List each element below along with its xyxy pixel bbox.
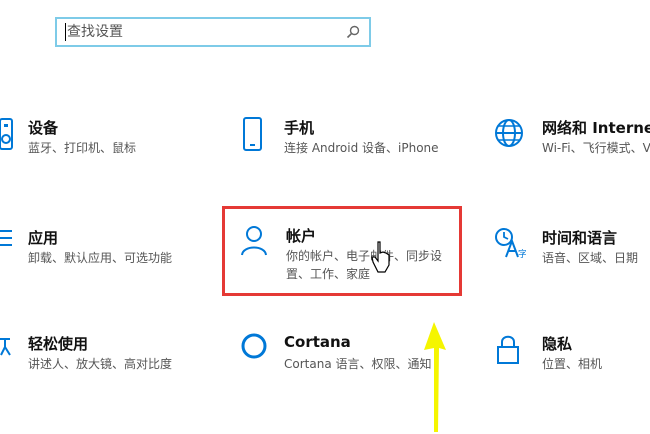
- tile-accounts[interactable]: 帐户 你的帐户、电子邮件、同步设置、工作、家庭: [240, 225, 455, 295]
- devices-icon: [0, 118, 13, 150]
- tile-description: 语音、区域、日期: [542, 251, 639, 265]
- tile-description: 连接 Android 设备、iPhone: [284, 141, 439, 155]
- search-input[interactable]: [61, 22, 347, 42]
- tile-network[interactable]: 网络和 Internet Wi-Fi、飞行模式、VPN: [494, 117, 650, 187]
- person-icon: [241, 226, 267, 256]
- tile-title: 手机: [284, 119, 315, 137]
- tile-title: 网络和 Internet: [542, 119, 650, 137]
- tile-title: Cortana: [284, 333, 351, 351]
- tile-description: 卸载、默认应用、可选功能: [28, 251, 173, 265]
- tile-title: 时间和语言: [542, 229, 618, 247]
- text-caret: [65, 23, 66, 41]
- tile-ease-of-access[interactable]: 轻松使用 讲述人、放大镜、高对比度: [0, 333, 200, 403]
- tile-title: 轻松使用: [28, 335, 89, 353]
- search-box[interactable]: [55, 17, 371, 47]
- cortana-icon: [241, 333, 267, 359]
- ease-of-access-icon: [0, 338, 11, 356]
- pointer-arrow-icon: [424, 322, 446, 432]
- lock-icon: [497, 335, 519, 364]
- apps-icon: [0, 230, 12, 246]
- tile-description: 讲述人、放大镜、高对比度: [28, 357, 173, 371]
- tile-title: 隐私: [542, 335, 573, 353]
- tile-description: 位置、相机: [542, 357, 603, 371]
- tile-title: 设备: [28, 119, 59, 137]
- tile-description: 蓝牙、打印机、鼠标: [28, 141, 137, 155]
- tile-phone[interactable]: 手机 连接 Android 设备、iPhone: [240, 117, 450, 187]
- search-icon[interactable]: [345, 24, 361, 40]
- tile-cortana[interactable]: Cortana Cortana 语言、权限、通知: [240, 333, 450, 403]
- svg-text:字: 字: [518, 248, 526, 260]
- tile-title: 应用: [28, 229, 59, 247]
- mouse-cursor-icon: [371, 241, 390, 273]
- tile-title: 帐户: [286, 227, 317, 245]
- tile-description: Wi-Fi、飞行模式、VPN: [542, 141, 650, 155]
- phone-icon: [243, 117, 262, 151]
- tile-apps[interactable]: 应用 卸载、默认应用、可选功能: [0, 227, 200, 297]
- time-language-icon: 字: [495, 228, 526, 260]
- tile-privacy[interactable]: 隐私 位置、相机: [494, 333, 650, 403]
- globe-icon: [495, 119, 523, 147]
- tile-devices[interactable]: 设备 蓝牙、打印机、鼠标: [0, 117, 200, 187]
- tile-description: Cortana 语言、权限、通知: [284, 357, 432, 371]
- tile-time-language[interactable]: 字 时间和语言 语音、区域、日期: [494, 227, 650, 297]
